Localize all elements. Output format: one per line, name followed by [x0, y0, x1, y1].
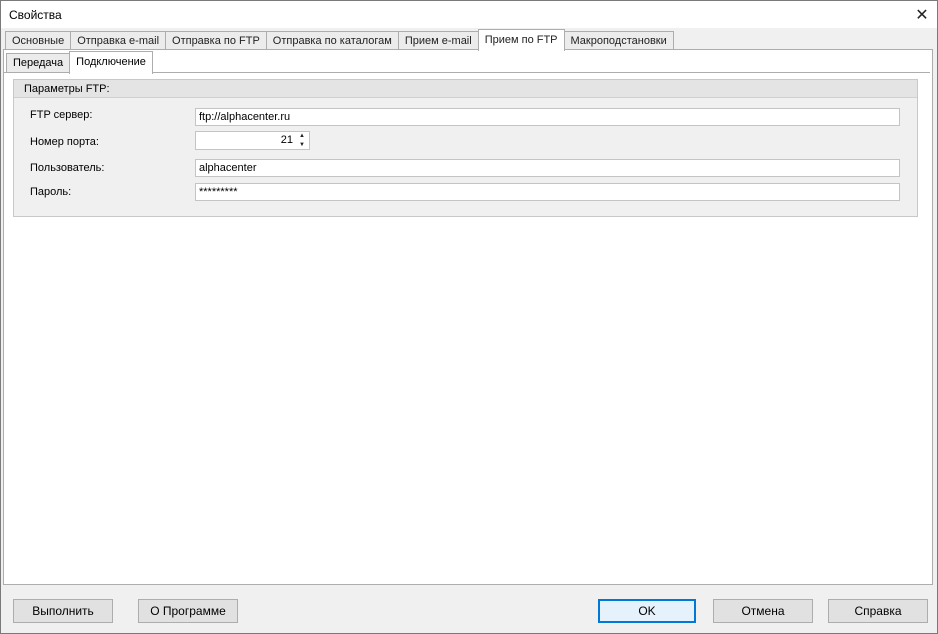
- tab-send-ftp[interactable]: Отправка по FTP: [165, 31, 267, 51]
- tab-send-folders[interactable]: Отправка по каталогам: [265, 31, 399, 51]
- tab-send-email[interactable]: Отправка e-mail: [70, 31, 167, 51]
- spin-down-icon[interactable]: ▼: [297, 141, 307, 149]
- tab-content-panel: Передача Подключение Параметры FTP: FTP …: [3, 49, 933, 585]
- window-title: Свойства: [9, 8, 62, 22]
- main-tabs: Основные Отправка e-mail Отправка по FTP…: [5, 29, 674, 51]
- ftp-params-group: Параметры FTP: FTP сервер: ftp://alphace…: [13, 79, 918, 217]
- connection-panel: Параметры FTP: FTP сервер: ftp://alphace…: [4, 72, 930, 583]
- ftp-server-input[interactable]: ftp://alphacenter.ru: [195, 108, 900, 126]
- tab-receive-ftp[interactable]: Прием по FTP: [477, 29, 565, 51]
- group-header: Параметры FTP:: [14, 80, 917, 98]
- sub-tabs: Передача Подключение: [6, 51, 153, 74]
- help-button[interactable]: Справка: [828, 599, 928, 623]
- tab-macros[interactable]: Макроподстановки: [563, 31, 674, 51]
- ftp-server-label: FTP сервер:: [30, 109, 93, 121]
- user-input[interactable]: alphacenter: [195, 159, 900, 177]
- subtab-transfer[interactable]: Передача: [6, 53, 71, 73]
- port-stepper[interactable]: 21 ▲ ▼: [195, 131, 310, 150]
- port-value: 21: [280, 134, 293, 146]
- title-bar: Свойства ✕: [1, 1, 937, 28]
- properties-dialog: Свойства ✕ Основные Отправка e-mail Отпр…: [0, 0, 938, 634]
- tab-general[interactable]: Основные: [5, 31, 72, 51]
- close-icon[interactable]: ✕: [907, 1, 937, 28]
- group-title: Параметры FTP:: [24, 83, 110, 95]
- run-button[interactable]: Выполнить: [13, 599, 113, 623]
- user-label: Пользователь:: [30, 162, 105, 174]
- tab-receive-email[interactable]: Прием e-mail: [397, 31, 479, 51]
- spin-up-icon[interactable]: ▲: [297, 132, 307, 140]
- cancel-button[interactable]: Отмена: [713, 599, 813, 623]
- about-button[interactable]: О Программе: [138, 599, 238, 623]
- password-input[interactable]: *********: [195, 183, 900, 201]
- password-label: Пароль:: [30, 186, 72, 198]
- subtab-connection[interactable]: Подключение: [69, 51, 153, 74]
- ok-button[interactable]: OK: [598, 599, 696, 623]
- port-label: Номер порта:: [30, 136, 99, 148]
